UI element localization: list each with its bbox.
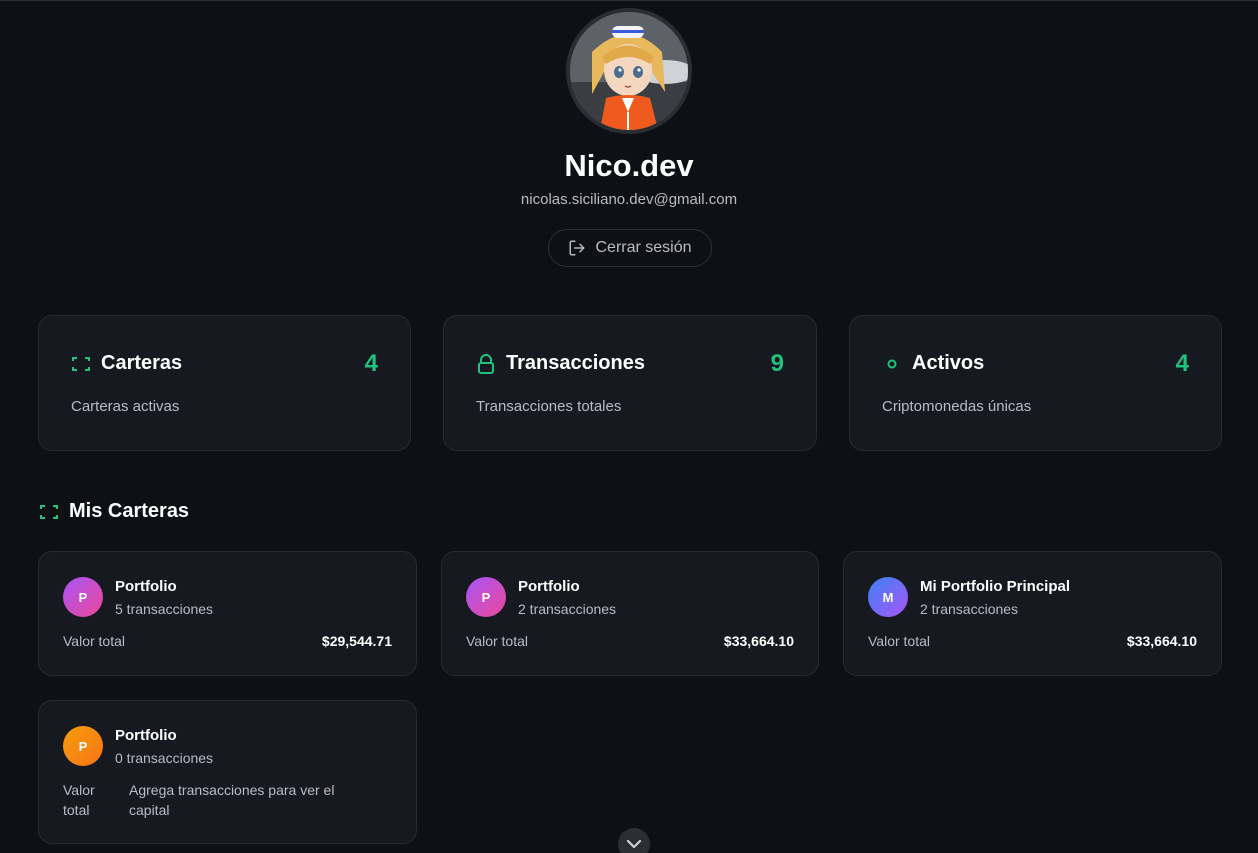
logout-icon <box>568 239 586 257</box>
stat-value: 4 <box>1175 350 1189 377</box>
stat-title: Activos <box>912 352 985 374</box>
wallet-name: Portfolio <box>115 578 177 595</box>
wallet-card[interactable]: P Portfolio 5 transacciones Valor total … <box>38 551 417 676</box>
top-border <box>0 0 1258 1</box>
wallet-avatar: P <box>466 577 506 617</box>
wallet-avatar: P <box>63 726 103 766</box>
wallet-value-label: Valor total <box>466 633 528 649</box>
wallet-value-label: Valor total <box>63 782 95 818</box>
chevron-down-icon <box>626 836 642 853</box>
wallet-name: Mi Portfolio Principal <box>920 578 1071 595</box>
stat-card-wallets: Carteras 4 Carteras activas <box>38 315 411 451</box>
wallet-transactions: 5 transacciones <box>115 601 214 617</box>
wallet-icon <box>71 354 91 374</box>
wallet-transactions: 0 transacciones <box>115 750 214 766</box>
wallet-value-label: Valor total <box>63 633 125 649</box>
profile-avatar <box>566 8 692 134</box>
stat-card-transactions: Transacciones 9 Transacciones totales <box>443 315 817 451</box>
coin-icon <box>882 354 902 374</box>
wallet-card[interactable]: M Mi Portfolio Principal 2 transacciones… <box>843 551 1222 676</box>
stat-title: Transacciones <box>506 352 645 374</box>
wallet-value: $33,664.10 <box>1126 633 1197 649</box>
wallet-transactions: 2 transacciones <box>518 601 617 617</box>
stat-value: 9 <box>770 350 784 377</box>
wallet-empty-message: Agrega transacciones para ver el capital <box>129 782 335 818</box>
stat-value: 4 <box>364 350 378 377</box>
scroll-down-button[interactable] <box>618 828 650 853</box>
logout-button[interactable]: Cerrar sesión <box>548 229 712 267</box>
wallet-card[interactable]: P Portfolio 2 transacciones Valor total … <box>441 551 819 676</box>
wallet-avatar: M <box>868 577 908 617</box>
wallet-icon <box>39 502 59 522</box>
stat-description: Carteras activas <box>71 398 180 415</box>
anime-avatar-image <box>570 12 688 130</box>
wallet-name: Portfolio <box>115 727 177 744</box>
stat-description: Criptomonedas únicas <box>882 398 1032 415</box>
logout-label: Cerrar sesión <box>595 239 692 256</box>
wallet-avatar: P <box>63 577 103 617</box>
wallet-transactions: 2 transacciones <box>920 601 1019 617</box>
stat-description: Transacciones totales <box>476 398 622 415</box>
profile-name: Nico.dev <box>564 148 694 183</box>
wallet-value-label: Valor total <box>868 633 930 649</box>
section-title: Mis Carteras <box>69 500 190 522</box>
wallet-name: Portfolio <box>518 578 580 595</box>
wallet-value: $29,544.71 <box>321 633 392 649</box>
wallets-section-header: Mis Carteras <box>39 500 189 523</box>
wallet-card[interactable]: P Portfolio 0 transacciones Valor total … <box>38 700 417 844</box>
stat-title: Carteras <box>101 352 183 374</box>
wallet-value: $33,664.10 <box>723 633 794 649</box>
profile-email: nicolas.siciliano.dev@gmail.com <box>520 191 738 208</box>
stat-card-assets: Activos 4 Criptomonedas únicas <box>849 315 1222 451</box>
lock-icon <box>476 353 496 374</box>
